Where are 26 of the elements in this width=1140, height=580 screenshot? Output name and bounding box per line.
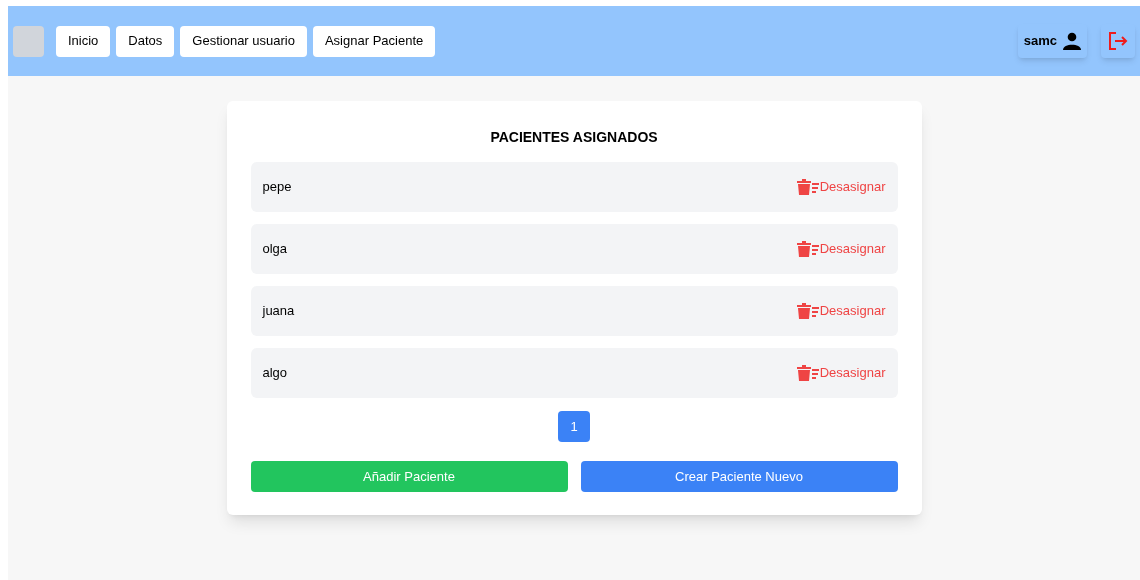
username: samc: [1023, 32, 1057, 51]
trash-icon: [796, 241, 819, 257]
unassign-button[interactable]: Desasignar: [796, 177, 886, 197]
page-button[interactable]: 1: [558, 411, 590, 442]
unassign-button[interactable]: Desasignar: [796, 363, 886, 383]
trash-icon: [796, 365, 819, 381]
nav-link[interactable]: Inicio: [56, 25, 111, 57]
logout-button[interactable]: [1101, 24, 1135, 58]
nav-link[interactable]: Datos: [116, 25, 175, 57]
create-patient-button[interactable]: Crear Paciente Nuevo: [580, 461, 898, 492]
patient-name: olga: [262, 240, 288, 259]
trash-icon: [796, 179, 819, 195]
nav-link[interactable]: Asignar Paciente: [312, 25, 436, 57]
patient-name: algo: [262, 364, 288, 383]
logout-icon: [1108, 32, 1128, 50]
patient-name: juana: [262, 302, 295, 321]
user-button[interactable]: samc: [1017, 24, 1087, 58]
user-icon: [1063, 32, 1081, 50]
card-title: PACIENTES ASIGNADOS: [489, 128, 659, 147]
logo-placeholder: [13, 25, 44, 57]
nav-link[interactable]: Gestionar usuario: [180, 25, 307, 57]
unassign-button[interactable]: Desasignar: [796, 301, 886, 321]
patient-name: pepe: [262, 178, 292, 197]
unassign-button[interactable]: Desasignar: [796, 239, 886, 259]
trash-icon: [796, 303, 819, 319]
add-patient-button[interactable]: Añadir Paciente: [250, 461, 568, 492]
